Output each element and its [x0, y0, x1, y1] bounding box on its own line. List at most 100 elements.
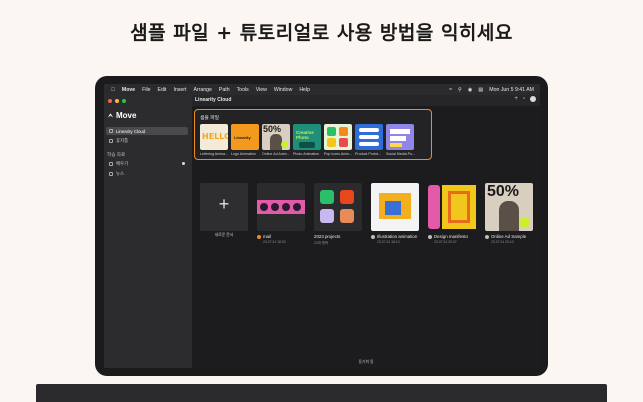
portrait-shape	[270, 134, 282, 150]
menu-view[interactable]: View	[256, 87, 267, 93]
sidebar-item-trash[interactable]: 휴지통	[106, 137, 188, 145]
sync-status: 동기화 됨	[358, 360, 374, 364]
menu-insert[interactable]: Insert	[173, 87, 186, 93]
file-title: Online Ad Sample	[485, 234, 526, 239]
text-block-shape	[390, 143, 402, 147]
sample-thumb-product[interactable]	[355, 124, 383, 150]
menu-app-name[interactable]: Move	[122, 87, 135, 93]
percent-text: 50%	[487, 183, 520, 200]
eye-shape	[282, 203, 290, 211]
sidebar-item-linearity-cloud[interactable]: Linearity Cloud	[106, 127, 188, 135]
folder-subtitle: 23개 항목	[314, 241, 329, 245]
plus-icon: +	[218, 194, 230, 214]
menu-help[interactable]: Help	[299, 87, 310, 93]
ui-bar-shape	[359, 128, 379, 132]
headline: 샘플 파일 + 튜토리얼로 사용 방법을 익히세요	[130, 22, 513, 44]
file-type-icon	[257, 234, 261, 239]
avatar[interactable]	[530, 96, 536, 102]
folder-preview-shape	[340, 190, 354, 204]
zoom-window-button[interactable]	[122, 99, 126, 103]
sidebar-item-label: 뉴스	[116, 171, 125, 176]
file-title-text: Online Ad Sample	[491, 234, 527, 239]
app-screen:  Move File Edit Insert Arrange Path Too…	[104, 84, 540, 368]
menu-datetime: Mon Jun 5 9:41 AM	[489, 86, 534, 93]
sample-files-title: 샘플 파일	[200, 116, 219, 121]
manifesto-shape	[428, 185, 440, 229]
sample-thumb-lettering[interactable]: HELLO	[200, 124, 228, 150]
wifi-icon[interactable]: ≈	[449, 87, 452, 93]
add-icon[interactable]: +	[514, 96, 518, 102]
file-card-illustration[interactable]	[371, 183, 419, 231]
file-subtitle: 23.07.24 18:10	[377, 240, 400, 244]
minimize-window-button[interactable]	[115, 99, 119, 103]
ui-bar-shape	[359, 142, 379, 146]
file-title-text: Design manifesto	[434, 234, 468, 239]
logo-thumb-text: Linearity	[234, 135, 251, 140]
new-document-button[interactable]: +	[200, 183, 248, 231]
portrait-shape	[499, 201, 519, 231]
file-type-icon	[485, 234, 489, 239]
sample-label: Social Media Po...	[386, 152, 415, 156]
menu-file[interactable]: File	[142, 87, 150, 93]
main-content: Linearity Cloud + ▫ 샘플 파일 HELLO Letterin…	[192, 95, 540, 368]
sample-thumb-pop-icons[interactable]	[324, 124, 352, 150]
control-center-icon[interactable]: ▤	[478, 87, 483, 93]
file-title: Illustration animation	[371, 234, 417, 239]
eye-shape	[293, 203, 301, 211]
sample-label: Lettering Anima...	[200, 152, 228, 156]
eye-shape	[260, 203, 268, 211]
photo-shape	[299, 142, 315, 148]
menu-bar:  Move File Edit Insert Arrange Path Too…	[104, 84, 540, 95]
file-subtitle: 23.07.24 20:10	[491, 240, 514, 244]
file-subtitle: 23.07.24 18:03	[263, 240, 286, 244]
apple-icon[interactable]: 	[111, 87, 115, 93]
sample-label: Pop Icons Anim...	[324, 152, 352, 156]
file-type-icon	[428, 234, 432, 239]
sidebar-item-learn[interactable]: 배우기	[106, 160, 188, 168]
sample-thumb-logo[interactable]: Linearity	[231, 124, 259, 150]
folder-card-2023-projects[interactable]	[314, 183, 362, 231]
sample-thumb-social[interactable]	[386, 124, 414, 150]
window-controls	[108, 99, 126, 103]
menu-arrange[interactable]: Arrange	[193, 87, 211, 93]
folder-icon[interactable]: ▫	[523, 96, 525, 102]
menu-path[interactable]: Path	[219, 87, 230, 93]
eye-shape	[271, 203, 279, 211]
sample-thumb-online-ad[interactable]: 50%	[262, 124, 290, 150]
cloud-icon	[109, 129, 113, 133]
sidebar-item-label: 휴지통	[116, 138, 129, 143]
sample-label: Online Ad Anim...	[262, 152, 290, 156]
file-card-design-manifesto[interactable]	[428, 183, 476, 231]
close-window-button[interactable]	[108, 99, 112, 103]
sidebar: Move Linearity Cloud 휴지통 학습 자료 배우기 뉴스	[104, 95, 192, 368]
app-logo-text: Move	[116, 111, 137, 120]
file-card-mail[interactable]	[257, 183, 305, 231]
file-card-online-ad[interactable]: 50%	[485, 183, 533, 231]
sidebar-section-title: 학습 자료	[107, 152, 126, 157]
sidebar-item-news[interactable]: 뉴스	[106, 170, 188, 178]
icon-shape	[339, 127, 348, 136]
file-title-text: Illustration animation	[377, 234, 418, 239]
icon-shape	[327, 127, 336, 136]
ui-bar-shape	[359, 135, 379, 139]
menu-edit[interactable]: Edit	[158, 87, 167, 93]
sidebar-item-label: Linearity Cloud	[116, 128, 146, 134]
main-toolbar: Linearity Cloud + ▫	[192, 95, 540, 106]
menu-tools[interactable]: Tools	[237, 87, 249, 93]
hello-lettering: HELLO	[202, 132, 228, 141]
badge-shape	[281, 141, 288, 148]
illustration-shape	[385, 201, 401, 215]
text-block-shape	[390, 136, 406, 141]
file-subtitle: 23.07.24 20:07	[434, 240, 457, 244]
folder-preview-shape	[320, 209, 334, 223]
sample-label: Product Protot...	[355, 152, 381, 156]
menu-window[interactable]: Window	[274, 87, 292, 93]
file-type-icon	[371, 234, 375, 239]
user-icon[interactable]: ◉	[468, 87, 473, 93]
manifesto-shape	[448, 191, 470, 223]
search-icon[interactable]: ⚲	[458, 87, 462, 93]
notification-dot	[182, 162, 185, 165]
app-logo: Move	[107, 111, 136, 120]
sample-label: Logo Animation	[231, 152, 256, 156]
sample-thumb-photo[interactable]: Creative Photo	[293, 124, 321, 150]
